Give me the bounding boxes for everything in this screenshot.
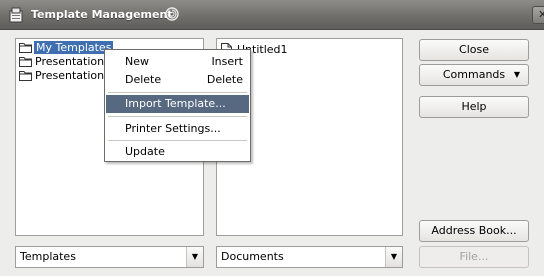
close-icon: ✕: [538, 8, 544, 21]
folder-icon: [19, 57, 32, 67]
menu-item-import-template[interactable]: Import Template...: [106, 95, 249, 113]
chevron-down-icon[interactable]: ▼: [385, 247, 402, 267]
window-title: Template Management: [31, 8, 173, 21]
commands-button[interactable]: Commands ▼: [419, 64, 529, 86]
commands-button-label: Commands: [442, 68, 506, 81]
template-source-value: Templates: [20, 250, 76, 263]
folder-icon: [19, 71, 32, 81]
menu-item-label: New: [125, 55, 149, 68]
file-button[interactable]: File...: [419, 246, 529, 268]
address-book-button-label: Address Book...: [431, 224, 517, 237]
title-bar[interactable]: Template Management ✕: [0, 0, 544, 30]
tree-item-label: Presentation: [35, 55, 105, 68]
address-book-button[interactable]: Address Book...: [419, 220, 529, 242]
menu-separator: [108, 92, 247, 93]
tree-item-label: My Templates: [34, 41, 114, 54]
menu-separator: [108, 116, 247, 117]
window-close-button[interactable]: ✕: [532, 6, 544, 24]
spiral-icon: [165, 7, 179, 21]
document-source-value: Documents: [221, 250, 284, 263]
menu-item-shortcut: Delete: [206, 73, 243, 86]
close-button[interactable]: Close: [419, 39, 529, 61]
window-app-icon: [9, 7, 23, 23]
help-button[interactable]: Help: [419, 96, 529, 118]
help-button-label: Help: [461, 100, 487, 113]
menu-item-printer-settings[interactable]: Printer Settings...: [106, 120, 249, 138]
menu-separator: [108, 140, 247, 141]
tree-item-label: Presentation: [35, 69, 105, 82]
folder-icon: [19, 43, 32, 53]
template-source-select[interactable]: Templates ▼: [15, 246, 204, 268]
close-button-label: Close: [459, 43, 489, 56]
menu-item-label: Update: [125, 145, 165, 158]
document-source-select[interactable]: Documents ▼: [216, 246, 403, 268]
chevron-down-icon[interactable]: ▼: [186, 247, 203, 267]
dropdown-arrow-icon: ▼: [513, 70, 520, 79]
menu-item-label: Delete: [125, 73, 162, 86]
menu-item-delete[interactable]: Delete Delete: [106, 71, 249, 89]
context-menu: New Insert Delete Delete Import Template…: [104, 49, 251, 162]
menu-item-label: Import Template...: [125, 97, 226, 110]
menu-item-update[interactable]: Update: [106, 143, 249, 161]
menu-item-shortcut: Insert: [211, 55, 243, 68]
file-button-label: File...: [459, 250, 489, 263]
menu-item-label: Printer Settings...: [125, 122, 221, 135]
menu-item-new[interactable]: New Insert: [106, 53, 249, 71]
